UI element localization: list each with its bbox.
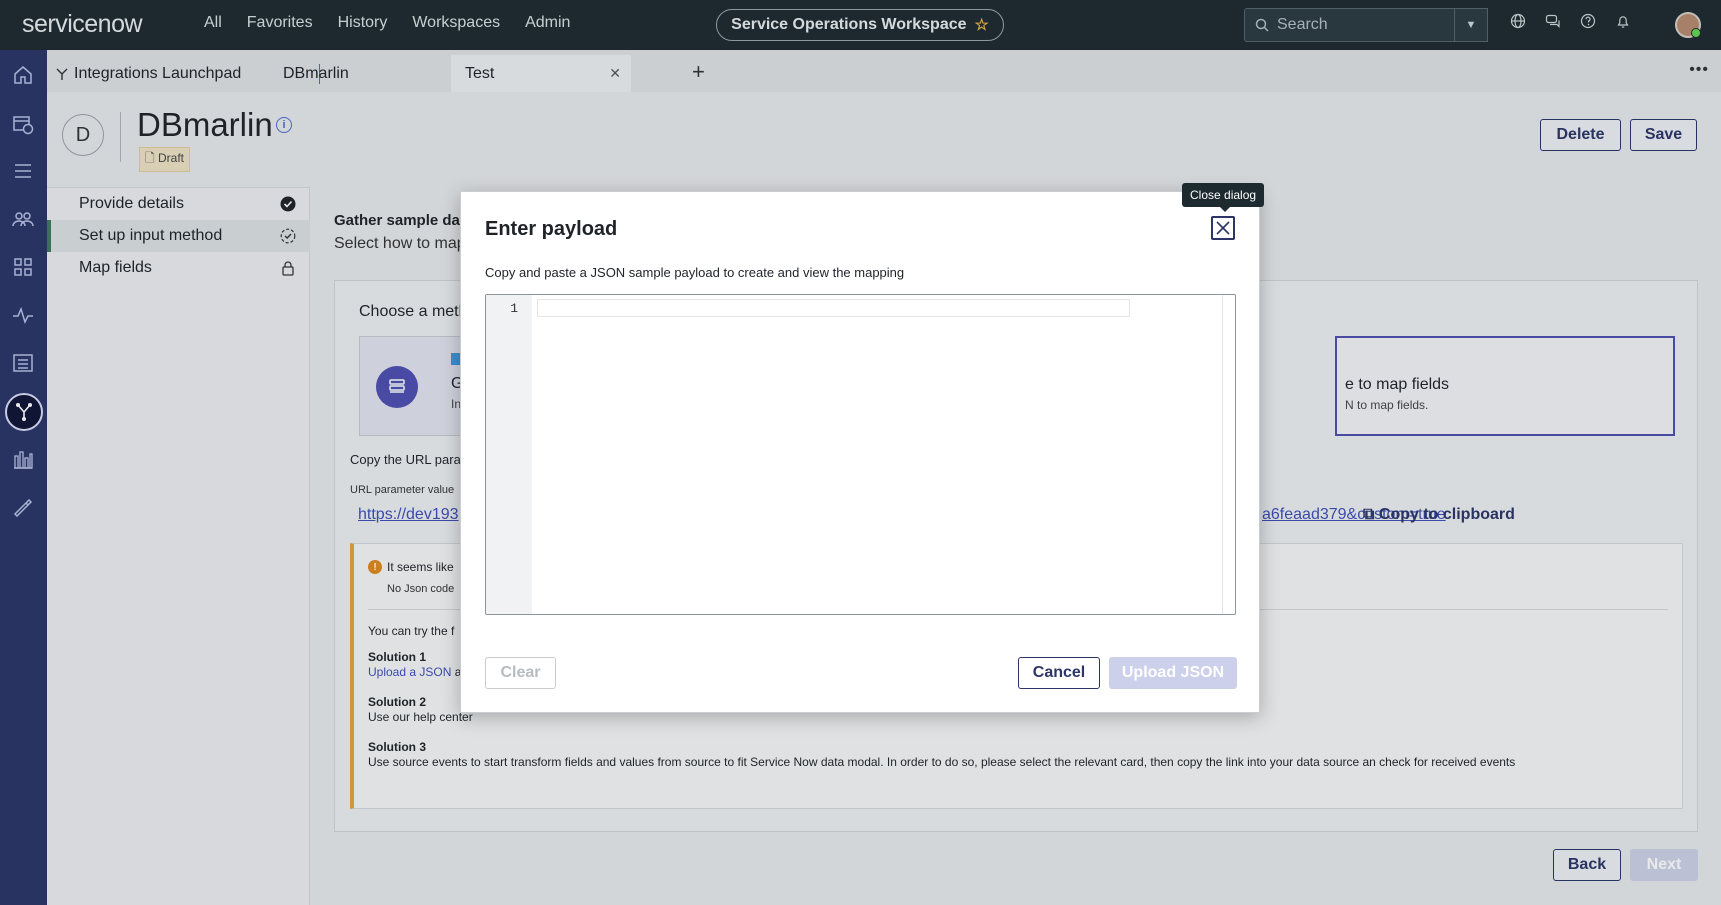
json-editor[interactable]: 1: [485, 294, 1236, 615]
close-dialog-button[interactable]: [1211, 216, 1235, 240]
upload-json-button[interactable]: Upload JSON: [1109, 657, 1237, 689]
close-dialog-tooltip: Close dialog: [1182, 183, 1265, 212]
editor-gutter: 1: [486, 295, 532, 614]
line-number: 1: [510, 301, 518, 316]
enter-payload-dialog: Enter payload Copy and paste a JSON samp…: [460, 191, 1260, 713]
active-line[interactable]: [537, 299, 1130, 317]
close-icon: [1216, 221, 1230, 235]
cancel-button[interactable]: Cancel: [1018, 657, 1100, 689]
dialog-description: Copy and paste a JSON sample payload to …: [485, 265, 905, 280]
clear-button[interactable]: Clear: [485, 657, 556, 689]
dialog-title: Enter payload: [485, 218, 618, 240]
editor-scrollbar[interactable]: [1222, 295, 1223, 614]
